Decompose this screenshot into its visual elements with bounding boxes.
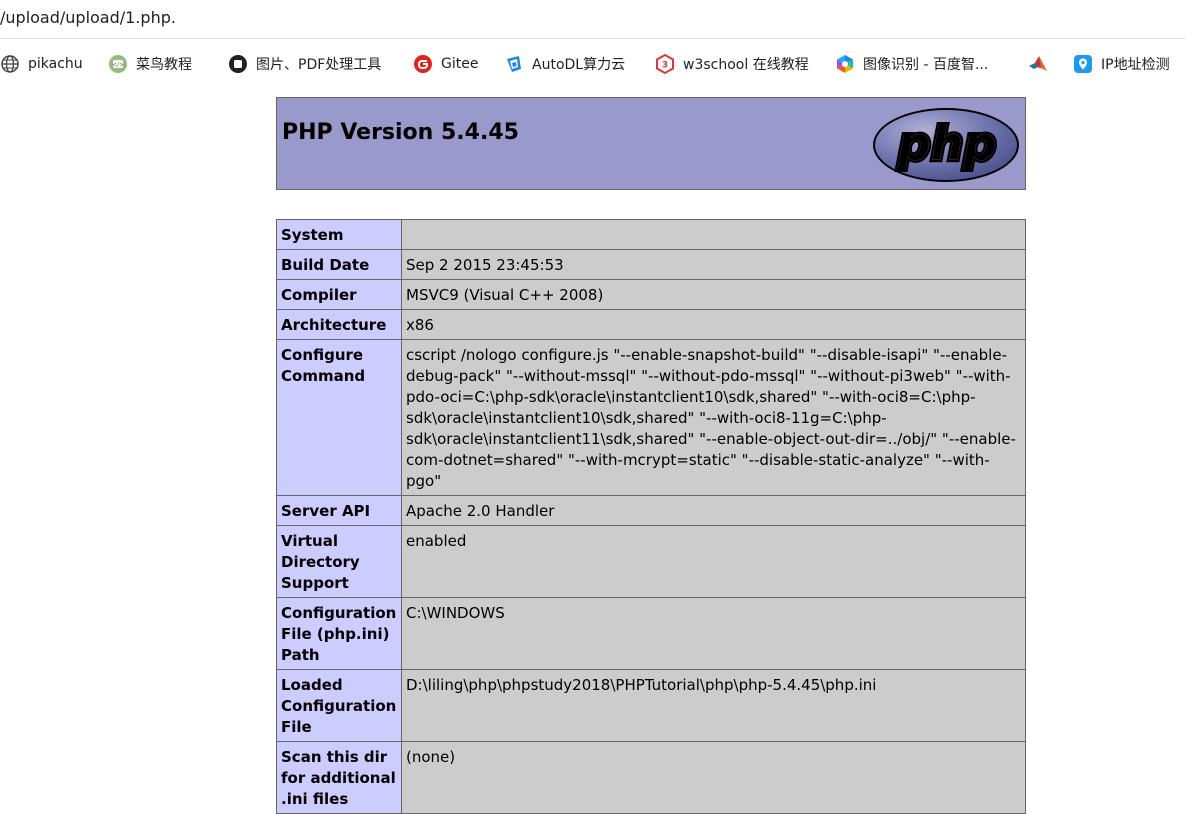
- row-value: x86: [401, 309, 1026, 340]
- row-value: C:\WINDOWS: [401, 597, 1026, 670]
- row-value: cscript /nologo configure.js "--enable-s…: [401, 339, 1026, 496]
- php-logo-text-fill: php: [897, 117, 997, 171]
- bookmark-autodl[interactable]: AutoDL算力云: [504, 52, 625, 76]
- autodl-icon: [504, 54, 524, 74]
- ip-location-icon: [1073, 54, 1093, 74]
- bookmark-runoob[interactable]: </> 菜鸟教程: [108, 52, 192, 76]
- row-key: Server API: [276, 495, 402, 526]
- bookmark-pikachu[interactable]: pikachu: [0, 52, 83, 76]
- bookmark-label: 图像识别 - 百度智...: [863, 57, 989, 73]
- row-key: Scan this dir for additional .ini files: [276, 741, 402, 814]
- row-value: Apache 2.0 Handler: [401, 495, 1026, 526]
- row-key: Virtual Directory Support: [276, 525, 402, 598]
- row-key: Configure Command: [276, 339, 402, 496]
- table-row: Build Date Sep 2 2015 23:45:53: [276, 249, 1026, 280]
- row-key: Build Date: [276, 249, 402, 280]
- row-value: D:\liling\php\phpstudy2018\PHPTutorial\p…: [401, 669, 1026, 742]
- php-logo[interactable]: php php: [871, 106, 1021, 184]
- bookmark-pdf-tools[interactable]: 图片、PDF处理工具: [228, 52, 381, 76]
- runoob-icon: </>: [108, 54, 128, 74]
- bookmark-baidu-ai[interactable]: 图像识别 - 百度智...: [835, 52, 988, 76]
- phpinfo-page: PHP Version 5.4.45 php php System Build D…: [276, 97, 1026, 814]
- bookmark-label: Gitee: [441, 56, 479, 72]
- row-value: Sep 2 2015 23:45:53: [401, 249, 1026, 280]
- bookmark-ip-check[interactable]: IP地址检测: [1073, 52, 1170, 76]
- bookmarks-bar: pikachu </> 菜鸟教程 图片、PDF处理工具 Gitee AutoDL…: [0, 39, 1185, 89]
- bookmark-label: 图片、PDF处理工具: [256, 57, 382, 73]
- table-row: Configure Command cscript /nologo configu…: [276, 339, 1026, 496]
- row-key: Configuration File (php.ini) Path: [276, 597, 402, 670]
- baidu-ai-icon: [835, 54, 855, 74]
- bookmark-gitee[interactable]: Gitee: [413, 52, 478, 76]
- row-key: Compiler: [276, 279, 402, 310]
- row-value: MSVC9 (Visual C++ 2008): [401, 279, 1026, 310]
- matlab-icon: [1028, 54, 1048, 74]
- row-key: System: [276, 219, 402, 250]
- table-row: Virtual Directory Support enabled: [276, 525, 1026, 598]
- table-row: System: [276, 219, 1026, 250]
- row-value: [401, 219, 1026, 250]
- address-bar[interactable]: /upload/upload/1.php.: [0, 0, 1185, 39]
- page-title: PHP Version 5.4.45: [282, 120, 519, 145]
- bookmark-label: AutoDL算力云: [532, 57, 626, 73]
- row-key: Architecture: [276, 309, 402, 340]
- table-row: Architecture x86: [276, 309, 1026, 340]
- bookmark-matlab[interactable]: [1028, 52, 1056, 76]
- bookmark-label: 菜鸟教程: [136, 57, 192, 73]
- table-row: Compiler MSVC9 (Visual C++ 2008): [276, 279, 1026, 310]
- bookmark-label: pikachu: [28, 56, 83, 72]
- w3school-icon: 3: [655, 54, 675, 74]
- phpinfo-table-body: System Build Date Sep 2 2015 23:45:53 Compi…: [276, 219, 1026, 814]
- svg-text:3: 3: [662, 61, 668, 71]
- row-value: enabled: [401, 525, 1026, 598]
- globe-icon: [0, 54, 20, 74]
- square-app-icon: [228, 54, 248, 74]
- table-row: Server API Apache 2.0 Handler: [276, 495, 1026, 526]
- svg-text:</>: </>: [113, 62, 124, 69]
- bookmark-w3school[interactable]: 3 w3school 在线教程: [655, 52, 809, 76]
- bookmark-label: IP地址检测: [1101, 57, 1170, 73]
- php-version-header: PHP Version 5.4.45 php php: [276, 97, 1026, 190]
- url-text[interactable]: /upload/upload/1.php.: [0, 8, 176, 27]
- gitee-icon: [413, 54, 433, 74]
- row-key: Loaded Configuration File: [276, 669, 402, 742]
- row-value: (none): [401, 741, 1026, 814]
- table-row: Loaded Configuration File D:\liling\php\p…: [276, 669, 1026, 742]
- phpinfo-table: System Build Date Sep 2 2015 23:45:53 Compi…: [276, 219, 1026, 814]
- table-row: Scan this dir for additional .ini files(…: [276, 741, 1026, 814]
- table-row: Configuration File (php.ini) Path C:\WIND…: [276, 597, 1026, 670]
- bookmark-label: w3school 在线教程: [683, 57, 809, 73]
